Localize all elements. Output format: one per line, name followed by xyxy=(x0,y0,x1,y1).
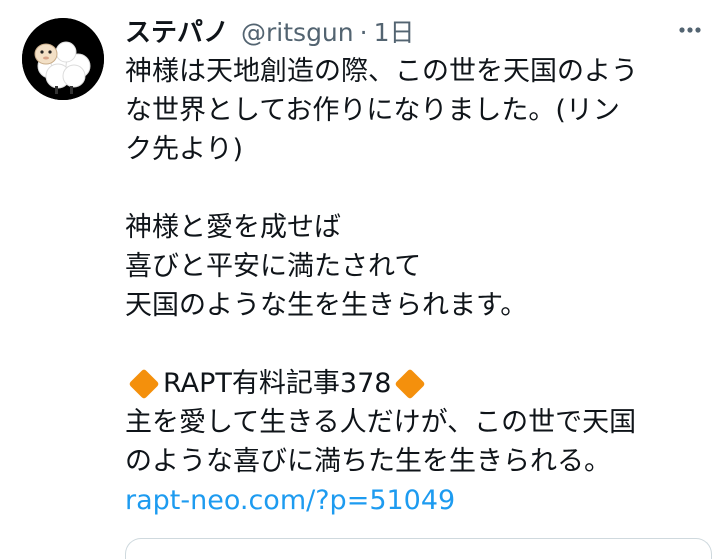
article-title-line: RAPT有料記事378 xyxy=(125,364,710,403)
author-name[interactable]: ステパノ xyxy=(125,12,229,49)
text-line: な世界としてお作りになりました。(リン xyxy=(125,95,620,126)
text-line: 主を愛して生きる人だけが、この世で天国 xyxy=(125,407,637,438)
text-line: 神様は天地創造の際、この世を天国のよう xyxy=(125,56,638,87)
article-title: RAPT有料記事378 xyxy=(163,368,392,399)
sheep-avatar-icon[interactable] xyxy=(22,18,104,100)
header-separator: · xyxy=(359,18,368,47)
tweet-link[interactable]: rapt-neo.com/?p=51049 xyxy=(125,481,710,520)
text-line: 喜びと平安に満たされて xyxy=(125,251,422,282)
text-line: のような喜びに満ちた生を生きられる。 xyxy=(125,446,611,477)
timestamp[interactable]: 1日 xyxy=(374,13,415,49)
author-handle[interactable]: @ritsgun xyxy=(241,18,354,47)
link-card-preview[interactable] xyxy=(125,538,712,559)
text-line: 天国のような生を生きられます。 xyxy=(125,290,528,321)
text-line: 神様と愛を成せば xyxy=(125,212,341,243)
orange-diamond-icon xyxy=(128,367,160,400)
tweet-header: ステパノ @ritsgun · 1日 xyxy=(125,12,415,52)
tweet-text: 神様は天地創造の際、この世を天国のよう な世界としてお作りになりました。(リン … xyxy=(125,52,710,520)
text-line: ク先より) xyxy=(125,134,243,165)
orange-diamond-icon xyxy=(394,367,427,400)
more-dots-icon[interactable] xyxy=(672,12,708,48)
